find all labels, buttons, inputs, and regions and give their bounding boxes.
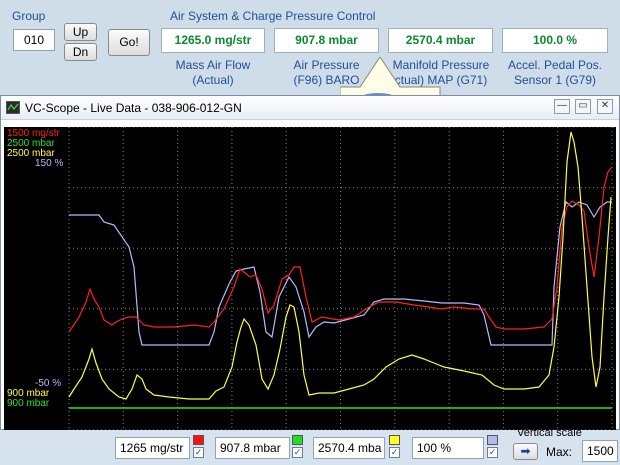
scale-bottom-baro: 900 mbar [7, 398, 50, 409]
scope-traces [68, 127, 616, 430]
scale-top-labels: 1500 mg/str 2500 mbar 2500 mbar 150 % [7, 129, 63, 169]
group-label: Group [12, 9, 46, 23]
scope-titlebar[interactable]: VC-Scope - Live Data - 038-906-012-GN — … [1, 96, 619, 120]
pedal-position-value: 100.0 % [502, 28, 608, 53]
channel-pedal-swatch[interactable] [487, 435, 498, 445]
pedal-position-label-line1: Accel. Pedal Pos. [507, 58, 603, 72]
manifold-pressure-value: 2570.4 mbar [388, 28, 493, 53]
pedal-position-label-line2: Sensor 1 (G79) [513, 73, 597, 87]
channel-baro-checkbox[interactable]: ✓ [292, 447, 303, 458]
max-value-input[interactable]: 1500 [582, 440, 618, 462]
arrow-right-icon: ➡ [520, 444, 531, 458]
channel-bar: 1265 mg/str ✓ 907.8 mbar ✓ 2570.4 mba ✓ … [0, 427, 620, 465]
channel-maf-value: 1265 mg/str [115, 437, 190, 459]
air-pressure-value: 907.8 mbar [274, 28, 379, 53]
scale-next-button[interactable]: ➡ [513, 443, 538, 460]
pedal-position-label: Accel. Pedal Pos. Sensor 1 (G79) [502, 58, 608, 88]
scale-bottom-labels: -50 % 900 mbar 900 mbar [7, 379, 61, 409]
channel-map-value: 2570.4 mba [313, 437, 385, 459]
plot-grid [68, 127, 616, 430]
channel-pedal-checkbox[interactable]: ✓ [487, 447, 498, 458]
max-label: Max: [546, 445, 573, 459]
restore-icon: ▭ [578, 100, 588, 111]
scope-title: VC-Scope - Live Data - 038-906-012-GN [25, 101, 242, 115]
map-trace [68, 131, 612, 400]
channel-baro-value: 907.8 mbar [215, 437, 290, 459]
channel-baro-swatch[interactable] [292, 435, 303, 445]
scope-app-icon [6, 101, 20, 114]
control-panel: Group 010 Up Dn Go! Air System & Charge … [0, 0, 620, 97]
mass-air-flow-label-line2: (Actual) [192, 73, 234, 87]
channel-pedal-value: 100 % [412, 437, 484, 459]
restore-button[interactable]: ▭ [575, 99, 591, 114]
minimize-button[interactable]: — [554, 99, 570, 114]
mass-air-flow-label: Mass Air Flow (Actual) [161, 58, 265, 88]
dn-button[interactable]: Dn [64, 43, 97, 61]
channel-map-checkbox[interactable]: ✓ [389, 447, 400, 458]
channel-map-swatch[interactable] [389, 435, 400, 445]
minimize-icon: — [557, 100, 567, 111]
section-title: Air System & Charge Pressure Control [170, 9, 376, 23]
mass-air-flow-label-line1: Mass Air Flow [175, 58, 251, 72]
channel-maf-swatch[interactable] [193, 435, 204, 445]
channel-maf-checkbox[interactable]: ✓ [193, 447, 204, 458]
up-button[interactable]: Up [64, 23, 97, 41]
mass-air-flow-value: 1265.0 mg/str [161, 28, 265, 53]
scale-top-pedal: 150 % [35, 158, 64, 169]
group-input[interactable]: 010 [13, 29, 55, 51]
scope-plot[interactable]: 1500 mg/str 2500 mbar 2500 mbar 150 % -5… [4, 127, 616, 430]
close-icon: ✕ [600, 100, 610, 111]
scope-window: VC-Scope - Live Data - 038-906-012-GN — … [0, 95, 620, 430]
close-button[interactable]: ✕ [597, 99, 613, 114]
vertical-scale-label: Vertical scale [517, 427, 582, 439]
go-button[interactable]: Go! [108, 29, 150, 56]
